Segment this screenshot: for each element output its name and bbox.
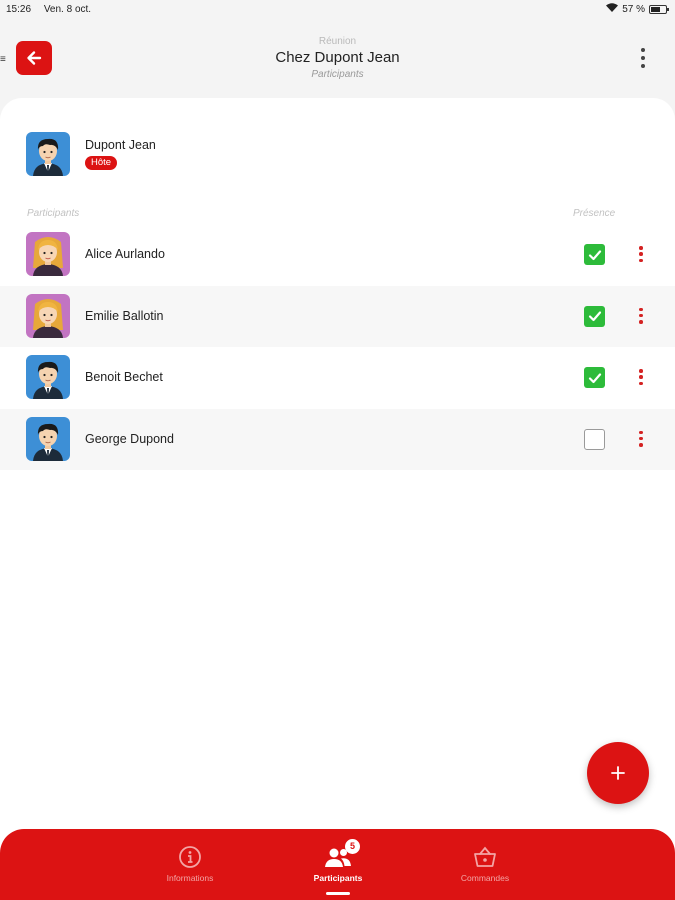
host-badge: Hôte xyxy=(85,156,118,170)
presence-checkbox[interactable] xyxy=(584,305,605,327)
participant-name: Alice Aurlando xyxy=(85,247,165,261)
avatar xyxy=(26,417,70,461)
row-more-options-button[interactable] xyxy=(636,244,646,264)
participant-name: Emilie Ballotin xyxy=(85,308,164,323)
list-item[interactable]: Emilie Ballotin xyxy=(0,285,675,347)
info-icon xyxy=(179,846,201,868)
list-item[interactable]: Alice Aurlando xyxy=(0,224,675,286)
participant-list: Alice Aurlando Emilie Ballotin Benoit Be… xyxy=(0,224,675,470)
wifi-icon xyxy=(606,3,619,15)
bottom-nav: Informations 5 Participants Commandes xyxy=(0,829,675,900)
participant-name: George Dupond xyxy=(85,431,174,446)
check-icon xyxy=(588,372,601,383)
presence-checkbox[interactable] xyxy=(584,428,605,450)
tab-participants-label: Participants xyxy=(313,873,363,883)
list-column-headers: Participants Présence xyxy=(0,208,675,222)
status-time: 15:26 xyxy=(6,4,32,15)
check-icon xyxy=(588,311,601,322)
avatar xyxy=(26,132,70,176)
participants-count-badge: 5 xyxy=(345,839,360,854)
presence-checkbox[interactable] xyxy=(584,244,605,265)
list-item[interactable]: George Dupond xyxy=(0,408,675,470)
header: ≡ Réunion Chez Dupont Jean Participants xyxy=(0,18,675,98)
avatar xyxy=(26,355,70,399)
header-section: Participants xyxy=(311,69,364,80)
participant-name: Benoit Bechet xyxy=(85,370,163,384)
page-title: Chez Dupont Jean xyxy=(275,49,400,66)
tab-commandes-label: Commandes xyxy=(460,873,510,883)
check-icon xyxy=(588,249,601,260)
row-more-options-button[interactable] xyxy=(636,367,646,387)
header-subtitle: Réunion xyxy=(318,36,357,47)
battery-icon xyxy=(649,4,669,14)
more-options-button[interactable] xyxy=(635,46,651,70)
participants-card: Dupont Jean Hôte Participants Présence A… xyxy=(0,98,675,858)
row-more-options-button[interactable] xyxy=(636,429,646,449)
avatar xyxy=(26,294,70,338)
list-item[interactable]: Benoit Bechet xyxy=(0,347,675,409)
tab-informations[interactable]: Informations xyxy=(135,845,245,883)
presence-column-header: Présence xyxy=(573,208,616,219)
battery-percent: 57 % xyxy=(622,3,645,15)
basket-icon xyxy=(474,846,496,867)
presence-checkbox[interactable] xyxy=(584,367,605,388)
tab-commandes[interactable]: Commandes xyxy=(430,845,540,883)
host-name: Dupont Jean xyxy=(85,138,156,152)
host-row: Dupont Jean Hôte xyxy=(26,132,156,176)
status-date: Ven. 8 oct. xyxy=(43,4,92,15)
avatar xyxy=(26,232,70,276)
active-tab-indicator xyxy=(326,892,350,895)
tab-participants[interactable]: 5 Participants xyxy=(283,839,393,883)
row-more-options-button[interactable] xyxy=(636,306,646,326)
participants-column-header: Participants xyxy=(27,208,80,219)
status-bar: 15:26 Ven. 8 oct. 57 % xyxy=(0,0,675,18)
tab-informations-label: Informations xyxy=(166,873,214,883)
add-participant-button[interactable] xyxy=(587,742,649,804)
plus-icon xyxy=(611,766,625,780)
